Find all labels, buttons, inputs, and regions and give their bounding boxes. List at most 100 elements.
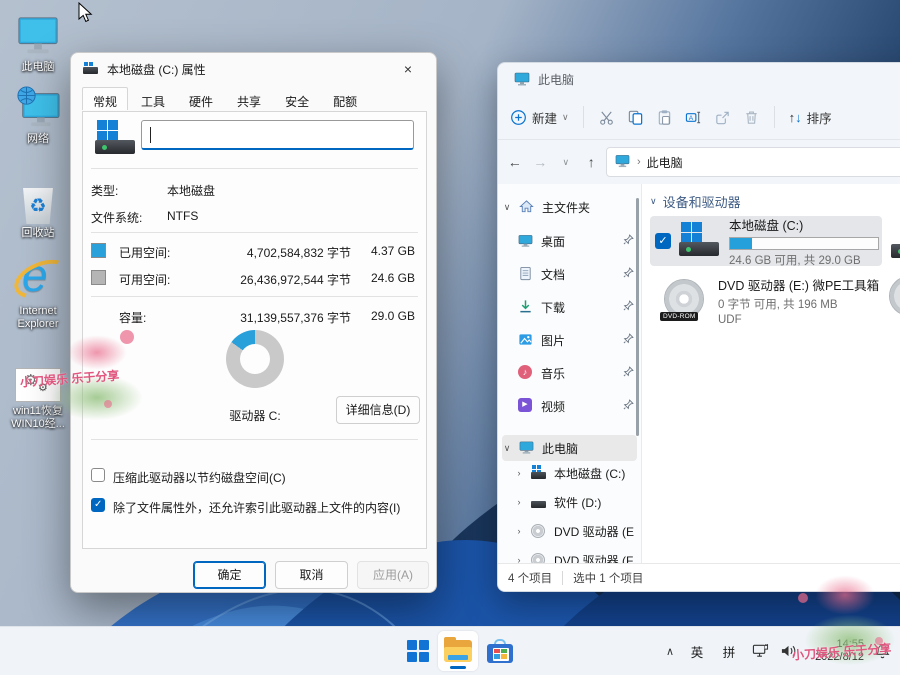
selection-checkbox[interactable]: ✓ [655,233,671,249]
compress-checkbox-label: 压缩此驱动器以节约磁盘空间(C) [113,469,286,486]
sidebar-item-drive-d[interactable]: › 软件 (D:) [502,489,637,515]
rename-icon: A [685,109,702,126]
ok-button[interactable]: 确定 [193,561,266,589]
expand-chevron-icon[interactable]: ∨ [502,202,512,213]
cut-button[interactable] [592,101,621,133]
copy-button[interactable] [621,101,650,133]
start-button[interactable] [398,631,438,671]
breadcrumb[interactable]: 此电脑 [647,154,683,171]
new-button[interactable]: 新建 ∨ [504,101,575,133]
desktop-icon-internet-explorer[interactable]: e Internet Explorer [1,252,75,331]
close-icon[interactable]: × [390,56,426,82]
recent-locations-button[interactable]: ∨ [555,149,577,175]
sidebar-item-desktop[interactable]: 桌面 [502,228,637,254]
sidebar-item-music[interactable]: ♪ 音乐 [502,360,637,386]
used-space-size: 4.37 GB [357,244,415,258]
nav-scrollbar[interactable] [636,198,639,436]
sidebar-item-drive-c[interactable]: › 本地磁盘 (C:) [502,460,637,486]
collapse-chevron-icon[interactable]: › [514,497,524,507]
separator [91,232,418,233]
toolbar-separator [583,106,584,128]
rename-button[interactable]: A [679,101,708,133]
collapse-chevron-icon[interactable]: › [514,468,524,478]
notification-bell-icon[interactable] [864,643,900,660]
dvd-f-icon-partial[interactable] [889,276,900,318]
collapse-chevron-icon[interactable]: › [514,526,524,536]
drive-c-tile[interactable]: ✓ 本地磁盘 (C:) 24.6 GB 可用, 共 29.0 GB [650,216,882,266]
pictures-icon [518,332,534,348]
delete-button[interactable] [737,101,766,133]
music-icon: ♪ [518,365,534,381]
expand-chevron-icon[interactable]: ∨ [502,443,512,454]
desktop-folder-icon [518,233,534,249]
script-file-icon: ⚙⚙ [1,352,75,402]
tab-quota[interactable]: 配额 [322,89,368,112]
sort-button[interactable]: ↑↓ 排序 [783,101,838,133]
language-indicator[interactable]: 英 [682,642,712,661]
taskbar-file-explorer[interactable] [438,631,478,671]
desktop-icon-this-pc[interactable]: 此电脑 [1,8,75,74]
hidden-icons-chevron[interactable]: ∧ [658,645,682,658]
text-caret [150,127,151,143]
details-button[interactable]: 详细信息(D) [336,396,420,424]
tab-general[interactable]: 常规 [82,87,128,110]
group-collapse-icon[interactable]: ∨ [650,196,657,207]
explorer-tab-title: 此电脑 [538,71,574,88]
dvd-e-tile[interactable]: DVD-ROM DVD 驱动器 (E:) 微PE工具箱 0 字节 可用, 共 1… [650,272,882,328]
up-button[interactable]: ↑ [581,149,603,175]
explorer-content: ∨ 设备和驱动器 ✓ 本地磁盘 (C:) 24.6 GB 可用, 共 29.0 … [642,184,900,564]
compress-checkbox[interactable] [91,468,105,482]
volume-label-input[interactable] [141,120,414,150]
sidebar-item-pictures[interactable]: 图片 [502,327,637,353]
address-box[interactable]: › 此电脑 [606,147,900,177]
ime-indicator[interactable]: 拼 [712,642,746,661]
network-icon[interactable] [746,643,774,659]
tab-tools[interactable]: 工具 [130,89,176,112]
desktop-icon-recycle-bin[interactable]: ♻ 回收站 [1,174,75,240]
sidebar-item-dvd-e[interactable]: › DVD 驱动器 (E [502,518,637,544]
tray-time: 14:55 [802,638,864,651]
cut-icon [598,109,615,126]
capacity-size: 29.0 GB [357,309,415,323]
explorer-titlebar[interactable]: 此电脑 [498,63,900,95]
apply-button[interactable]: 应用(A) [357,561,429,589]
sidebar-item-home[interactable]: ∨ 主文件夹 [502,194,637,220]
sidebar-item-documents[interactable]: 文档 [502,261,637,287]
desktop-icon-label: 回收站 [1,227,75,240]
group-header-devices[interactable]: ∨ 设备和驱动器 [650,192,741,211]
clock[interactable]: 14:55 2022/8/12 [802,638,864,664]
volume-icon[interactable] [774,643,802,659]
drive-name: DVD 驱动器 (E:) 微PE工具箱 [718,275,879,294]
drive-name: 本地磁盘 (C:) [729,215,879,234]
sidebar-item-this-pc[interactable]: ∨ 此电脑 [502,435,637,461]
used-space-swatch [91,243,106,258]
drive-d-icon-partial[interactable] [889,224,900,262]
index-checkbox[interactable] [91,498,105,512]
cancel-button[interactable]: 取消 [275,561,348,589]
sidebar-item-downloads[interactable]: 下载 [502,294,637,320]
share-button[interactable] [708,101,737,133]
selected-count: 选中 1 个项目 [573,570,643,586]
tab-security[interactable]: 安全 [274,89,320,112]
drive-info: 0 字节 可用, 共 196 MB [718,296,879,312]
forward-button[interactable]: → [530,149,552,175]
drive-usage-bar-fill [730,238,752,249]
back-button[interactable]: ← [504,149,526,175]
dialog-tabs: 常规 工具 硬件 共享 安全 配额 [82,89,368,112]
pin-icon [623,397,635,415]
dialog-titlebar[interactable]: 本地磁盘 (C:) 属性 × [71,53,436,85]
windows-start-icon [407,640,429,662]
sidebar-item-videos[interactable]: ▶ 视频 [502,393,637,419]
internet-explorer-icon: e [1,252,75,302]
trash-icon [743,109,760,126]
desktop-icon-network[interactable]: 网络 [1,80,75,146]
dialog-drive-icon [83,62,99,76]
tab-sharing[interactable]: 共享 [226,89,272,112]
tab-hardware[interactable]: 硬件 [178,89,224,112]
desktop-icon-win11-restore[interactable]: ⚙⚙ win11恢复 WIN10经... [1,352,75,431]
paste-button[interactable] [650,101,679,133]
taskbar-microsoft-store[interactable] [480,631,520,671]
sidebar-item-label: 文档 [541,266,616,283]
pin-icon [623,232,635,250]
recycle-glyph: ♻ [29,195,46,218]
